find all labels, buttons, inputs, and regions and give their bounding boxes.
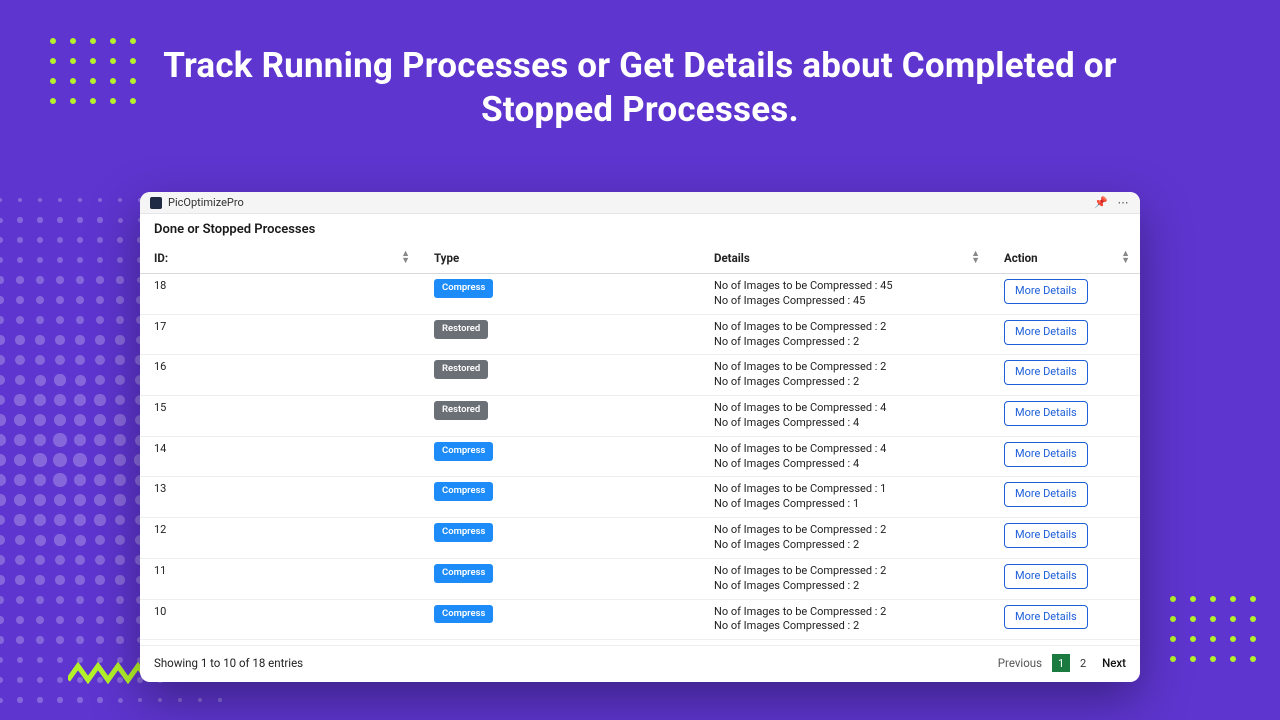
detail-line-1: No of Images to be Compressed : 2 xyxy=(714,564,976,579)
table-row: 18 Compress No of Images to be Compressed … xyxy=(140,274,1140,315)
table-row: 17 Restored No of Images to be Compressed … xyxy=(140,314,1140,355)
detail-line-1: No of Images to be Compressed : 4 xyxy=(714,401,976,416)
page-headline: Track Running Processes or Get Details a… xyxy=(0,44,1280,132)
page-number[interactable]: 2 xyxy=(1074,654,1092,672)
type-badge: Compress xyxy=(434,605,493,624)
detail-line-2: No of Images Compressed : 45 xyxy=(714,294,976,309)
more-icon[interactable]: ⋯ xyxy=(1116,196,1130,209)
cell-id: 17 xyxy=(154,320,166,333)
more-details-button[interactable]: More Details xyxy=(1004,605,1088,630)
more-details-button[interactable]: More Details xyxy=(1004,482,1088,507)
entries-summary: Showing 1 to 10 of 18 entries xyxy=(154,656,303,670)
col-header-id-label: ID: xyxy=(154,251,168,265)
table-row: 11 Compress No of Images to be Compressed … xyxy=(140,558,1140,599)
detail-line-2: No of Images Compressed : 4 xyxy=(714,457,976,472)
detail-line-1: No of Images to be Compressed : 2 xyxy=(714,605,976,620)
type-badge: Compress xyxy=(434,279,493,298)
more-details-button[interactable]: More Details xyxy=(1004,320,1088,345)
table-row: 12 Compress No of Images to be Compressed … xyxy=(140,518,1140,559)
detail-line-2: No of Images Compressed : 2 xyxy=(714,335,976,350)
type-badge: Restored xyxy=(434,360,488,379)
cell-id: 11 xyxy=(154,564,166,577)
page-number[interactable]: 1 xyxy=(1052,654,1070,672)
table-row: 16 Restored No of Images to be Compressed … xyxy=(140,355,1140,396)
cell-id: 14 xyxy=(154,442,166,455)
detail-line-1: No of Images to be Compressed : 45 xyxy=(714,279,976,294)
type-badge: Compress xyxy=(434,523,493,542)
page-previous[interactable]: Previous xyxy=(998,656,1042,670)
pin-icon[interactable]: 📌 xyxy=(1094,196,1108,209)
col-header-type[interactable]: Type xyxy=(420,243,700,274)
sort-icon: ▲▼ xyxy=(1121,251,1130,265)
type-badge: Compress xyxy=(434,564,493,583)
more-details-button[interactable]: More Details xyxy=(1004,442,1088,467)
detail-line-2: No of Images Compressed : 2 xyxy=(714,619,976,634)
col-header-action[interactable]: Action ▲▼ xyxy=(990,243,1140,274)
sort-icon: ▲▼ xyxy=(971,251,980,265)
table-footer: Showing 1 to 10 of 18 entries Previous 1… xyxy=(140,645,1140,682)
type-badge: Restored xyxy=(434,320,488,339)
table-row: 10 Compress No of Images to be Compressed … xyxy=(140,599,1140,640)
section-title: Done or Stopped Processes xyxy=(140,214,1140,243)
table-row: 14 Compress No of Images to be Compressed … xyxy=(140,436,1140,477)
col-header-action-label: Action xyxy=(1004,251,1038,265)
app-window: PicOptimizePro 📌 ⋯ Done or Stopped Proce… xyxy=(140,192,1140,682)
window-titlebar: PicOptimizePro 📌 ⋯ xyxy=(140,192,1140,214)
col-header-type-label: Type xyxy=(434,251,459,265)
more-details-button[interactable]: More Details xyxy=(1004,523,1088,548)
more-details-button[interactable]: More Details xyxy=(1004,564,1088,589)
cell-id: 10 xyxy=(154,605,166,618)
page-next[interactable]: Next xyxy=(1102,656,1126,670)
cell-id: 15 xyxy=(154,401,166,414)
table-row: 15 Restored No of Images to be Compressed … xyxy=(140,396,1140,437)
processes-table: ID: ▲▼ Type Details ▲▼ Action ▲▼ xyxy=(140,243,1140,645)
col-header-details-label: Details xyxy=(714,251,750,265)
table-row: 13 Compress No of Images to be Compressed … xyxy=(140,477,1140,518)
detail-line-1: No of Images to be Compressed : 4 xyxy=(714,442,976,457)
cell-id: 16 xyxy=(154,360,166,373)
detail-line-2: No of Images Compressed : 2 xyxy=(714,538,976,553)
decor-dot-grid-bottom-right xyxy=(1170,596,1256,662)
detail-line-2: No of Images Compressed : 1 xyxy=(714,497,976,512)
detail-line-2: No of Images Compressed : 2 xyxy=(714,579,976,594)
detail-line-2: No of Images Compressed : 2 xyxy=(714,375,976,390)
type-badge: Compress xyxy=(434,442,493,461)
type-badge: Compress xyxy=(434,482,493,501)
cell-id: 12 xyxy=(154,523,166,536)
detail-line-1: No of Images to be Compressed : 1 xyxy=(714,482,976,497)
cell-id: 13 xyxy=(154,482,166,495)
decor-zigzag xyxy=(68,662,148,684)
col-header-details[interactable]: Details ▲▼ xyxy=(700,243,990,274)
more-details-button[interactable]: More Details xyxy=(1004,279,1088,304)
col-header-id[interactable]: ID: ▲▼ xyxy=(140,243,420,274)
sort-icon: ▲▼ xyxy=(401,251,410,265)
app-logo-icon xyxy=(150,197,162,209)
detail-line-1: No of Images to be Compressed : 2 xyxy=(714,320,976,335)
more-details-button[interactable]: More Details xyxy=(1004,401,1088,426)
app-name: PicOptimizePro xyxy=(168,196,244,209)
pagination: Previous 12 Next xyxy=(998,654,1126,672)
detail-line-2: No of Images Compressed : 4 xyxy=(714,416,976,431)
more-details-button[interactable]: More Details xyxy=(1004,360,1088,385)
detail-line-1: No of Images to be Compressed : 2 xyxy=(714,360,976,375)
detail-line-1: No of Images to be Compressed : 2 xyxy=(714,523,976,538)
cell-id: 18 xyxy=(154,279,166,292)
type-badge: Restored xyxy=(434,401,488,420)
